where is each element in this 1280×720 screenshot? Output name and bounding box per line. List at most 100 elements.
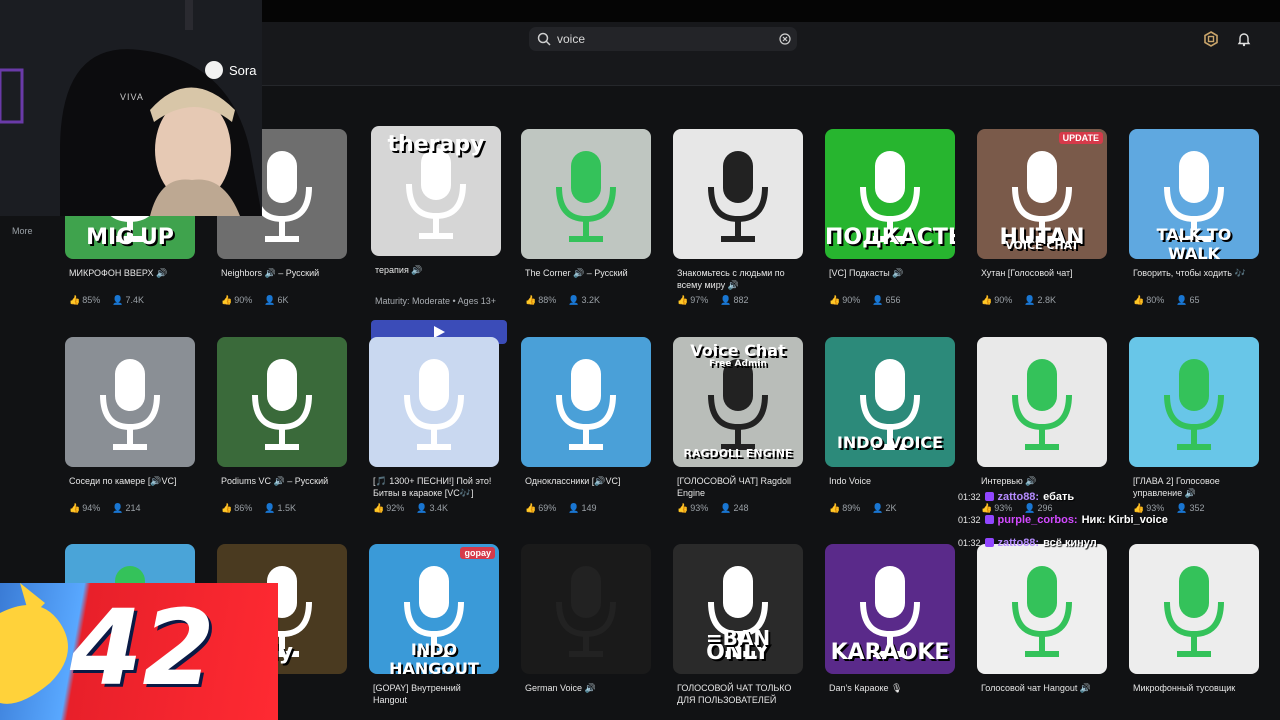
streamer-webcam-overlay: Sora VIVA (0, 0, 262, 216)
thumbnail-subtitle-text: RAGDOLL ENGINE (683, 447, 793, 460)
game-thumbnail[interactable]: Voice Chat RAGDOLL ENGINE Free Admin (673, 337, 803, 467)
game-title[interactable]: Indo Voice (829, 475, 953, 487)
thumbs-up-icon: 👍 (1133, 295, 1145, 305)
search-bar[interactable]: voice (529, 27, 797, 51)
game-rating: 90% (234, 295, 253, 305)
game-thumbnail[interactable]: INDO HANGOUT gopay (369, 544, 499, 674)
players-icon: 👤 (568, 295, 580, 305)
game-rating: 69% (538, 503, 557, 513)
players-icon: 👤 (1024, 295, 1036, 305)
game-rating: 97% (690, 295, 709, 305)
game-thumbnail[interactable]: KARAOKE (825, 544, 955, 674)
game-thumbnail[interactable]: ONLY =BAN (673, 544, 803, 674)
game-rating: 90% (994, 295, 1013, 305)
game-title[interactable]: Соседи по камере [🔊VC] (69, 475, 193, 487)
stream-chat-overlay: 01:32 zatto88: ебать 01:32 purple_corbos:… (958, 485, 1168, 554)
game-thumbnail-image (65, 337, 195, 467)
twitch-badge-icon (984, 515, 994, 524)
sidebar-more-link[interactable]: More (12, 226, 33, 236)
game-thumbnail[interactable]: therapy (371, 126, 501, 256)
players-icon: 👤 (416, 503, 428, 513)
game-thumbnail[interactable] (369, 337, 499, 467)
game-title[interactable]: German Voice 🔊 (525, 682, 649, 694)
clear-search-icon[interactable] (779, 33, 791, 45)
players-icon: 👤 (872, 503, 884, 513)
game-thumbnail[interactable]: TALK TO WALK (1129, 129, 1259, 259)
game-title[interactable]: ГОЛОСОВОЙ ЧАТ ТОЛЬКО ДЛЯ ПОЛЬЗОВАТЕЛЕЙ (677, 682, 801, 706)
twitch-badge-icon (984, 538, 994, 547)
twitch-badge-icon (984, 492, 994, 501)
game-title[interactable]: Podiums VC 🔊 – Русский (221, 475, 345, 487)
game-thumbnail[interactable] (1129, 337, 1259, 467)
search-input[interactable]: voice (557, 32, 585, 46)
game-title[interactable]: Знакомьтесь с людьми по всему миру 🔊 (677, 267, 801, 291)
thumbs-up-icon: 👍 (525, 295, 537, 305)
game-thumbnail[interactable]: HUTAN VOICE CHAT UPDATE (977, 129, 1107, 259)
game-stats: 👍 90% 👤 6K (221, 295, 288, 306)
chat-username: zatto88: (997, 490, 1040, 503)
game-thumbnail[interactable] (521, 129, 651, 259)
game-stats: 👍 86% 👤 1.5K (221, 503, 296, 514)
subscriber-count-badge: 42 (0, 583, 278, 720)
game-thumbnail-image (521, 337, 651, 467)
game-title[interactable]: Neighbors 🔊 – Русский (221, 267, 345, 279)
players-icon: 👤 (1176, 503, 1188, 513)
game-title[interactable]: терапия 🔊 (375, 264, 499, 276)
game-thumbnail[interactable] (521, 544, 651, 674)
game-thumbnail[interactable] (521, 337, 651, 467)
game-thumbnail[interactable] (977, 337, 1107, 467)
game-thumbnail[interactable] (217, 337, 347, 467)
game-title[interactable]: Хутан [Голосовой чат] (981, 267, 1105, 279)
game-thumbnail[interactable] (1129, 544, 1259, 674)
players-icon: 👤 (720, 295, 732, 305)
robux-icon[interactable] (1203, 31, 1219, 47)
thumbnail-title-text: INDO VOICE (836, 433, 944, 452)
game-title[interactable]: Одноклассники [🔊VC] (525, 475, 649, 487)
game-thumbnail[interactable]: ПОДКАСТЫ (825, 129, 955, 259)
webcam-sign-text: VIVA (120, 92, 144, 102)
game-title[interactable]: [ГОЛОСОВОЙ ЧАТ] Ragdoll Engine (677, 475, 801, 499)
thumbs-up-icon: 👍 (829, 295, 841, 305)
game-title[interactable]: Микрофонный тусовщик (1133, 682, 1257, 694)
game-thumbnail[interactable]: INDO VOICE (825, 337, 955, 467)
thumbnail-title-text: KARAOKE (830, 640, 950, 665)
notifications-bell-icon[interactable] (1236, 31, 1252, 47)
game-thumbnail-image (369, 337, 499, 467)
chat-text: Ник: Kirbi_voice (1081, 513, 1168, 526)
chat-message: 01:32 purple_corbos: Ник: Kirbi_voice (958, 508, 1168, 531)
chat-message: 01:32 zatto88: ебать (958, 485, 1168, 508)
game-player-count: 882 (733, 295, 749, 305)
thumbs-up-icon: 👍 (981, 295, 993, 305)
webcam-image (0, 0, 262, 216)
thumbnail-title-text: MIC UP (86, 225, 174, 250)
thumbs-up-icon: 👍 (69, 295, 81, 305)
game-title[interactable]: [GOPAY] Внутренний Hangout (373, 682, 497, 706)
thumbs-up-icon: 👍 (69, 503, 81, 513)
game-title[interactable]: МИКРОФОН ВВЕРХ 🔊 (69, 267, 193, 279)
thumbs-up-icon: 👍 (373, 503, 385, 513)
game-thumbnail-image (217, 337, 347, 467)
game-player-count: 352 (1189, 503, 1205, 513)
game-stats: 👍 93% 👤 248 (677, 503, 748, 514)
game-stats: 👍 90% 👤 656 (829, 295, 900, 306)
game-thumbnail[interactable] (977, 544, 1107, 674)
game-title[interactable]: [VC] Подкасты 🔊 (829, 267, 953, 279)
chat-timestamp: 01:32 (958, 491, 981, 502)
chat-timestamp: 01:32 (958, 514, 981, 525)
game-rating: 93% (690, 503, 709, 513)
players-icon: 👤 (264, 503, 276, 513)
game-thumbnail-image (1129, 544, 1259, 674)
chat-text: всё кинул (1043, 536, 1097, 549)
game-title[interactable]: Dan's Караоке 🎙 (829, 682, 953, 694)
game-thumbnail[interactable] (673, 129, 803, 259)
game-thumbnail-image (977, 544, 1107, 674)
game-thumbnail[interactable] (65, 337, 195, 467)
game-title[interactable]: Голосовой чат Hangout 🔊 (981, 682, 1105, 694)
thumbnail-subtitle-text: =BAN (705, 626, 771, 650)
game-player-count: 3.2K (581, 295, 600, 305)
thumbnail-title-text: TALK TO WALK (1156, 225, 1232, 259)
game-stats: 👍 69% 👤 149 (525, 503, 596, 514)
game-title[interactable]: [🎵 1300+ ПЕСНИ!] Пой это! Битвы в караок… (373, 475, 497, 499)
game-title[interactable]: Говорить, чтобы ходить 🎶 (1133, 267, 1257, 279)
game-title[interactable]: The Corner 🔊 – Русский (525, 267, 649, 279)
